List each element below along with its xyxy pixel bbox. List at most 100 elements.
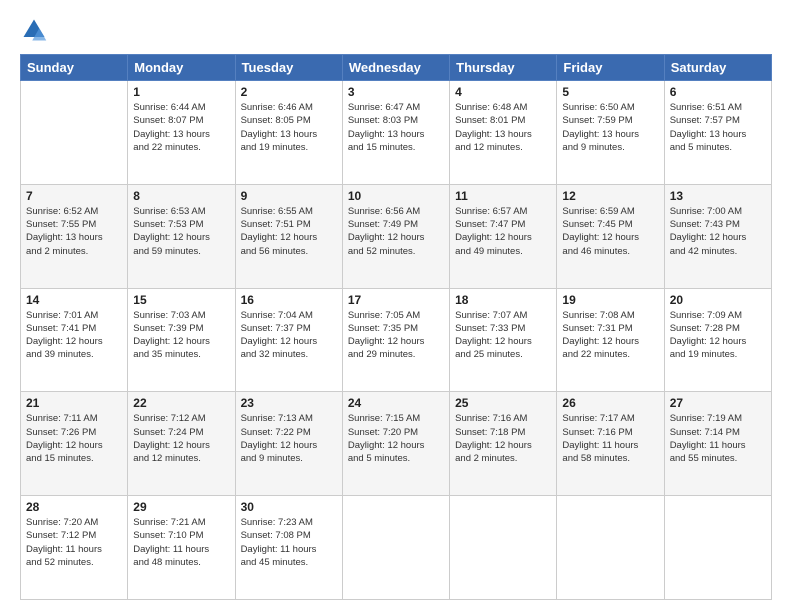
day-number: 4 (455, 85, 551, 99)
calendar-cell (557, 496, 664, 600)
calendar-cell (342, 496, 449, 600)
calendar-cell: 23 Sunrise: 7:13 AM Sunset: 7:22 PM Dayli… (235, 392, 342, 496)
day-info: Sunrise: 7:03 AM Sunset: 7:39 PM Dayligh… (133, 309, 229, 362)
calendar-cell: 2 Sunrise: 6:46 AM Sunset: 8:05 PM Daylig… (235, 81, 342, 185)
day-number: 28 (26, 500, 122, 514)
day-info: Sunrise: 7:01 AM Sunset: 7:41 PM Dayligh… (26, 309, 122, 362)
day-number: 23 (241, 396, 337, 410)
day-info: Sunrise: 6:56 AM Sunset: 7:49 PM Dayligh… (348, 205, 444, 258)
calendar-cell: 28Sunrise: 7:20 AM Sunset: 7:12 PM Dayli… (21, 496, 128, 600)
calendar-day-header: Sunday (21, 55, 128, 81)
calendar-cell: 22 Sunrise: 7:12 AM Sunset: 7:24 PM Dayli… (128, 392, 235, 496)
day-info: Sunrise: 7:16 AM Sunset: 7:18 PM Dayligh… (455, 412, 551, 465)
calendar-cell: 30 Sunrise: 7:23 AM Sunset: 7:08 PM Dayli… (235, 496, 342, 600)
calendar-cell: 26 Sunrise: 7:17 AM Sunset: 7:16 PM Dayli… (557, 392, 664, 496)
calendar-day-header: Thursday (450, 55, 557, 81)
calendar-cell (450, 496, 557, 600)
day-number: 3 (348, 85, 444, 99)
calendar-table: SundayMondayTuesdayWednesdayThursdayFrid… (20, 54, 772, 600)
calendar-cell (664, 496, 771, 600)
day-info: Sunrise: 6:53 AM Sunset: 7:53 PM Dayligh… (133, 205, 229, 258)
day-number: 1 (133, 85, 229, 99)
calendar-cell: 24 Sunrise: 7:15 AM Sunset: 7:20 PM Dayli… (342, 392, 449, 496)
day-number: 16 (241, 293, 337, 307)
day-info: Sunrise: 7:04 AM Sunset: 7:37 PM Dayligh… (241, 309, 337, 362)
calendar-week-row: 7 Sunrise: 6:52 AM Sunset: 7:55 PM Daylig… (21, 184, 772, 288)
day-info: Sunrise: 6:52 AM Sunset: 7:55 PM Dayligh… (26, 205, 122, 258)
calendar-cell: 13 Sunrise: 7:00 AM Sunset: 7:43 PM Dayli… (664, 184, 771, 288)
calendar-day-header: Monday (128, 55, 235, 81)
day-info: Sunrise: 7:23 AM Sunset: 7:08 PM Dayligh… (241, 516, 337, 569)
calendar-day-header: Saturday (664, 55, 771, 81)
day-info: Sunrise: 6:50 AM Sunset: 7:59 PM Dayligh… (562, 101, 658, 154)
calendar-cell: 6Sunrise: 6:51 AM Sunset: 7:57 PM Daylig… (664, 81, 771, 185)
day-info: Sunrise: 6:55 AM Sunset: 7:51 PM Dayligh… (241, 205, 337, 258)
day-number: 13 (670, 189, 766, 203)
day-number: 11 (455, 189, 551, 203)
day-info: Sunrise: 7:12 AM Sunset: 7:24 PM Dayligh… (133, 412, 229, 465)
day-info: Sunrise: 6:48 AM Sunset: 8:01 PM Dayligh… (455, 101, 551, 154)
day-info: Sunrise: 6:46 AM Sunset: 8:05 PM Dayligh… (241, 101, 337, 154)
day-info: Sunrise: 7:13 AM Sunset: 7:22 PM Dayligh… (241, 412, 337, 465)
day-number: 22 (133, 396, 229, 410)
calendar-cell: 12Sunrise: 6:59 AM Sunset: 7:45 PM Dayli… (557, 184, 664, 288)
calendar-cell: 20 Sunrise: 7:09 AM Sunset: 7:28 PM Dayli… (664, 288, 771, 392)
day-number: 30 (241, 500, 337, 514)
day-info: Sunrise: 7:09 AM Sunset: 7:28 PM Dayligh… (670, 309, 766, 362)
day-number: 21 (26, 396, 122, 410)
day-info: Sunrise: 6:44 AM Sunset: 8:07 PM Dayligh… (133, 101, 229, 154)
calendar-week-row: 14 Sunrise: 7:01 AM Sunset: 7:41 PM Dayli… (21, 288, 772, 392)
calendar-cell: 18 Sunrise: 7:07 AM Sunset: 7:33 PM Dayli… (450, 288, 557, 392)
calendar-cell: 9 Sunrise: 6:55 AM Sunset: 7:51 PM Daylig… (235, 184, 342, 288)
day-info: Sunrise: 7:05 AM Sunset: 7:35 PM Dayligh… (348, 309, 444, 362)
calendar-cell: 27Sunrise: 7:19 AM Sunset: 7:14 PM Dayli… (664, 392, 771, 496)
day-number: 14 (26, 293, 122, 307)
day-info: Sunrise: 6:59 AM Sunset: 7:45 PM Dayligh… (562, 205, 658, 258)
calendar-cell: 29Sunrise: 7:21 AM Sunset: 7:10 PM Dayli… (128, 496, 235, 600)
calendar-cell: 11Sunrise: 6:57 AM Sunset: 7:47 PM Dayli… (450, 184, 557, 288)
day-number: 18 (455, 293, 551, 307)
calendar-cell: 25Sunrise: 7:16 AM Sunset: 7:18 PM Dayli… (450, 392, 557, 496)
day-info: Sunrise: 7:19 AM Sunset: 7:14 PM Dayligh… (670, 412, 766, 465)
day-info: Sunrise: 7:15 AM Sunset: 7:20 PM Dayligh… (348, 412, 444, 465)
calendar-cell: 16 Sunrise: 7:04 AM Sunset: 7:37 PM Dayli… (235, 288, 342, 392)
day-number: 5 (562, 85, 658, 99)
day-info: Sunrise: 7:08 AM Sunset: 7:31 PM Dayligh… (562, 309, 658, 362)
day-info: Sunrise: 7:00 AM Sunset: 7:43 PM Dayligh… (670, 205, 766, 258)
day-number: 26 (562, 396, 658, 410)
day-info: Sunrise: 7:17 AM Sunset: 7:16 PM Dayligh… (562, 412, 658, 465)
day-info: Sunrise: 6:47 AM Sunset: 8:03 PM Dayligh… (348, 101, 444, 154)
day-number: 10 (348, 189, 444, 203)
day-number: 6 (670, 85, 766, 99)
calendar-day-header: Wednesday (342, 55, 449, 81)
calendar-week-row: 21 Sunrise: 7:11 AM Sunset: 7:26 PM Dayli… (21, 392, 772, 496)
day-info: Sunrise: 7:07 AM Sunset: 7:33 PM Dayligh… (455, 309, 551, 362)
calendar-cell: 10 Sunrise: 6:56 AM Sunset: 7:49 PM Dayli… (342, 184, 449, 288)
header (20, 16, 772, 44)
calendar-cell: 5 Sunrise: 6:50 AM Sunset: 7:59 PM Daylig… (557, 81, 664, 185)
day-info: Sunrise: 7:21 AM Sunset: 7:10 PM Dayligh… (133, 516, 229, 569)
day-number: 20 (670, 293, 766, 307)
calendar-cell (21, 81, 128, 185)
calendar-cell: 14 Sunrise: 7:01 AM Sunset: 7:41 PM Dayli… (21, 288, 128, 392)
day-number: 15 (133, 293, 229, 307)
day-number: 24 (348, 396, 444, 410)
calendar-cell: 8 Sunrise: 6:53 AM Sunset: 7:53 PM Daylig… (128, 184, 235, 288)
calendar-cell: 19 Sunrise: 7:08 AM Sunset: 7:31 PM Dayli… (557, 288, 664, 392)
day-info: Sunrise: 7:11 AM Sunset: 7:26 PM Dayligh… (26, 412, 122, 465)
calendar-cell: 3 Sunrise: 6:47 AM Sunset: 8:03 PM Daylig… (342, 81, 449, 185)
calendar-cell: 4 Sunrise: 6:48 AM Sunset: 8:01 PM Daylig… (450, 81, 557, 185)
calendar-day-header: Tuesday (235, 55, 342, 81)
day-number: 2 (241, 85, 337, 99)
calendar-day-header: Friday (557, 55, 664, 81)
day-number: 19 (562, 293, 658, 307)
calendar-cell: 21 Sunrise: 7:11 AM Sunset: 7:26 PM Dayli… (21, 392, 128, 496)
day-number: 7 (26, 189, 122, 203)
calendar-cell: 1 Sunrise: 6:44 AM Sunset: 8:07 PM Daylig… (128, 81, 235, 185)
calendar-cell: 17 Sunrise: 7:05 AM Sunset: 7:35 PM Dayli… (342, 288, 449, 392)
calendar-cell: 15 Sunrise: 7:03 AM Sunset: 7:39 PM Dayli… (128, 288, 235, 392)
day-number: 8 (133, 189, 229, 203)
day-number: 9 (241, 189, 337, 203)
logo (20, 16, 52, 44)
day-number: 17 (348, 293, 444, 307)
